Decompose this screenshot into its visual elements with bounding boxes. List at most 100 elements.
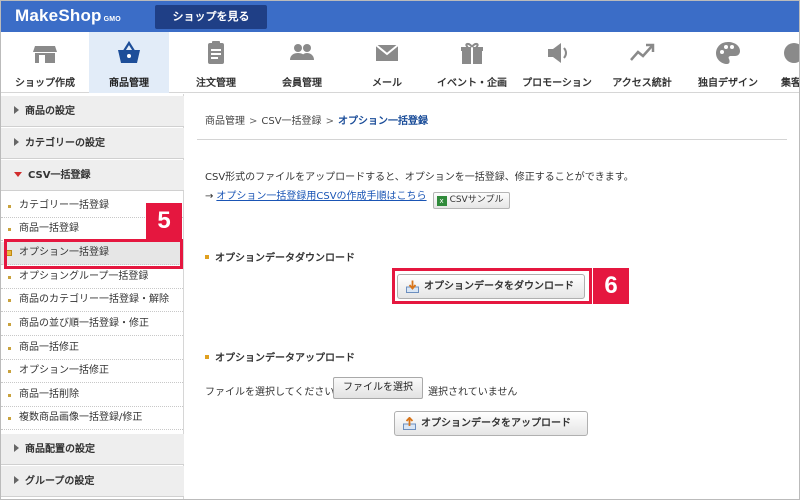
bullet-icon: [8, 347, 11, 350]
section-title-text: オプションデータダウンロード: [215, 253, 355, 264]
breadcrumb-level2[interactable]: CSV一括登録: [261, 116, 321, 127]
bullet-icon: [8, 394, 11, 397]
app-window: MakeShop GMO ショップを見る ショップ作成 商品管理 注文管理 会員管…: [0, 0, 800, 500]
nav-label: 会員管理: [282, 78, 322, 89]
sidebar-item-product-bulk-delete[interactable]: 商品一括削除: [1, 384, 183, 407]
callout-highlight-step6: [392, 268, 592, 304]
makeshop-logo[interactable]: MakeShop GMO: [15, 5, 121, 27]
callout-badge-step6: 6: [593, 268, 629, 304]
sidebar-item-label: オプション一括修正: [19, 365, 109, 376]
triangle-down-icon: [14, 172, 22, 177]
mail-icon: [375, 44, 399, 61]
content-divider: [197, 139, 787, 140]
sidebar-item-label: 商品一括登録: [19, 223, 79, 234]
nav-label: ショップ作成: [15, 78, 75, 89]
sidebar-item-multi-image-bulk[interactable]: 複数商品画像一括登録/修正: [1, 407, 183, 430]
bullet-icon: [8, 276, 11, 279]
file-select-status: 選択されていません: [428, 387, 518, 398]
nav-item-order-management[interactable]: 注文管理: [175, 32, 257, 93]
section-bullet-icon: [205, 255, 209, 259]
sidebar-head-label: CSV一括登録: [28, 170, 91, 181]
sidebar-head-label: カテゴリーの設定: [25, 138, 105, 149]
sidebar-item-label: 商品一括修正: [19, 342, 79, 353]
upload-icon: [403, 417, 416, 430]
nav-item-access-stats[interactable]: アクセス統計: [599, 32, 685, 93]
logo-text: MakeShop: [15, 6, 102, 25]
sidebar-item-option-group-bulk[interactable]: オプショングループ一括登録: [1, 266, 183, 289]
download-section-title: オプションデータダウンロード: [205, 249, 355, 264]
nav-item-member-management[interactable]: 会員管理: [259, 32, 345, 93]
bullet-icon: [8, 370, 11, 373]
triangle-right-icon: [14, 444, 19, 452]
spreadsheet-icon: x: [436, 196, 447, 206]
view-shop-button[interactable]: ショップを見る: [155, 5, 267, 29]
bullet-icon: [8, 205, 11, 208]
sidebar-item-product-category-bulk[interactable]: 商品のカテゴリー一括登録・解除: [1, 289, 183, 312]
nav-item-partial[interactable]: 集客: [775, 32, 800, 93]
nav-label: プロモーション: [522, 78, 592, 89]
nav-label: 注文管理: [196, 78, 236, 89]
palette-icon: [716, 42, 740, 64]
breadcrumb-separator: >: [325, 116, 334, 127]
bullet-icon: [8, 299, 11, 302]
csv-sample-label: CSVサンプル: [449, 195, 504, 205]
nav-label: 商品管理: [109, 78, 149, 89]
nav-label: 独自デザイン: [698, 78, 758, 89]
triangle-right-icon: [14, 476, 19, 484]
bullet-icon: [8, 228, 11, 231]
breadcrumb-level1[interactable]: 商品管理: [205, 116, 245, 127]
callout-highlight-step5: [4, 239, 183, 269]
main-nav: ショップ作成 商品管理 注文管理 会員管理 メール イベント・企画 プロモーショ…: [1, 32, 800, 93]
nav-item-event-planning[interactable]: イベント・企画: [429, 32, 515, 93]
sidebar-item-option-bulk-edit[interactable]: オプション一括修正: [1, 360, 183, 383]
nav-item-promotion[interactable]: プロモーション: [516, 32, 598, 93]
sidebar-head-label: グループの設定: [25, 476, 95, 487]
logo-gmo-suffix: GMO: [103, 16, 121, 23]
upload-button-label: オプションデータをアップロード: [421, 418, 571, 429]
sidebar-head-category-settings[interactable]: カテゴリーの設定: [1, 128, 184, 159]
sidebar-item-product-order-bulk[interactable]: 商品の並び順一括登録・修正: [1, 313, 183, 336]
section-title-text: オプションデータアップロード: [215, 353, 355, 364]
nav-label: 集客: [781, 78, 800, 89]
file-select-button[interactable]: ファイルを選択: [333, 377, 423, 399]
sidebar: 商品の設定 カテゴリーの設定 CSV一括登録 カテゴリー一括登録 商品一括登録 …: [1, 94, 184, 499]
sidebar-head-product-layout[interactable]: 商品配置の設定: [1, 434, 184, 465]
sidebar-item-label: 商品のカテゴリー一括登録・解除: [19, 294, 169, 305]
csv-sample-button[interactable]: x CSVサンプル: [432, 192, 511, 209]
breadcrumb-current: オプション一括登録: [337, 116, 428, 127]
upload-section-title: オプションデータアップロード: [205, 349, 355, 364]
shopping-basket-icon: [118, 40, 140, 63]
file-select-label: ファイルを選択してください: [205, 387, 335, 398]
nav-label: メール: [372, 78, 402, 89]
users-icon: [290, 44, 314, 60]
sidebar-item-product-bulk-edit[interactable]: 商品一括修正: [1, 337, 183, 360]
nav-item-custom-design[interactable]: 独自デザイン: [687, 32, 769, 93]
callout-badge-step5: 5: [146, 203, 182, 239]
triangle-right-icon: [14, 138, 19, 146]
partial-icon: [784, 43, 799, 63]
upload-option-data-button[interactable]: オプションデータをアップロード: [394, 411, 588, 436]
howto-link[interactable]: オプション一括登録用CSVの作成手順はこちら: [216, 191, 426, 202]
section-bullet-icon: [205, 355, 209, 359]
bullet-icon: [8, 417, 11, 420]
sidebar-head-product-settings[interactable]: 商品の設定: [1, 96, 184, 127]
bullet-icon: [8, 323, 11, 326]
sidebar-item-label: 商品の並び順一括登録・修正: [19, 318, 149, 329]
storefront-icon: [33, 46, 57, 63]
top-bar: MakeShop GMO ショップを見る: [1, 1, 799, 32]
page-description: CSV形式のファイルをアップロードすると、オプションを一括登録、修正することがで…: [205, 172, 634, 183]
sidebar-head-group-settings[interactable]: グループの設定: [1, 466, 184, 497]
clipboard-icon: [208, 41, 224, 64]
nav-item-mail[interactable]: メール: [347, 32, 427, 93]
nav-label: イベント・企画: [437, 78, 507, 89]
nav-item-shop-create[interactable]: ショップ作成: [1, 32, 89, 93]
sidebar-item-label: オプショングループ一括登録: [19, 271, 149, 282]
sidebar-item-label: 複数商品画像一括登録/修正: [19, 412, 143, 423]
arrow-right-icon: →: [205, 191, 214, 202]
sidebar-head-csv-bulk[interactable]: CSV一括登録: [1, 160, 184, 191]
nav-item-product-management[interactable]: 商品管理: [89, 32, 169, 93]
nav-label: アクセス統計: [612, 78, 672, 89]
breadcrumb: 商品管理 > CSV一括登録 > オプション一括登録: [205, 112, 428, 127]
trend-line-icon: [630, 43, 655, 61]
triangle-right-icon: [14, 106, 19, 114]
